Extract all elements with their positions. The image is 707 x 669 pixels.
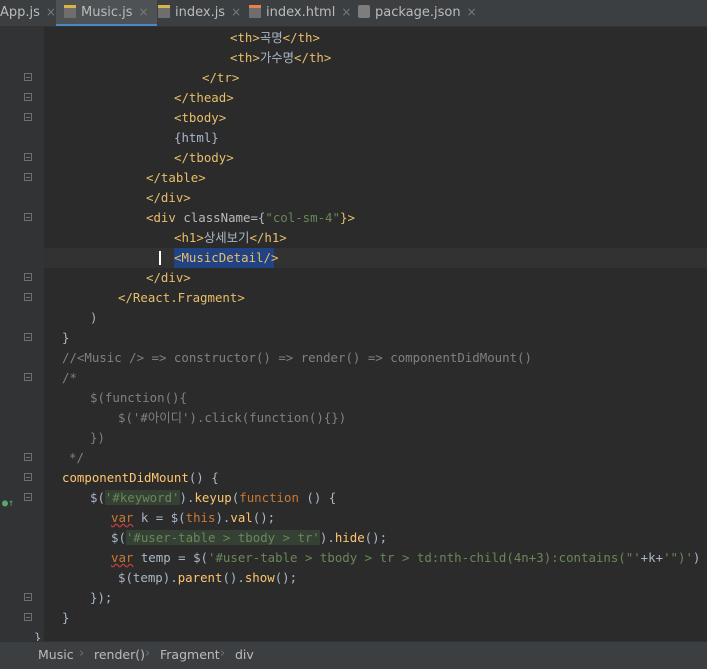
code-line: </table> [146,170,206,185]
code-line: } [62,330,70,345]
fold-icon[interactable] [24,273,32,281]
code-line: <tbody> [174,110,227,125]
code-line: <h1>상세보기</h1> [174,230,287,245]
json-file-icon [358,5,370,18]
breadcrumb-item[interactable]: Fragment [160,647,220,662]
editor-gutter: ●↑ [0,27,44,641]
close-icon[interactable]: × [46,5,56,19]
tab-app-js[interactable]: App.js × [0,0,56,26]
tab-music-js[interactable]: Music.js × [56,0,157,26]
code-line: var k = $(this).val(); [111,510,276,525]
code-line: <th>곡명</th> [230,30,320,45]
editor-tab-bar: App.js × Music.js × index.js × index.html × … [0,0,707,27]
tab-index-html[interactable]: index.html × [249,0,351,26]
code-line: </tbody> [174,150,234,165]
breadcrumb: Music › render() › Fragment › div [0,641,707,669]
fold-icon[interactable] [24,493,32,501]
code-line: } [62,610,70,625]
fold-icon[interactable] [24,93,32,101]
js-file-icon [158,5,170,18]
tab-label: index.js [175,5,226,20]
fold-icon[interactable] [24,293,32,301]
code-line: }); [90,590,113,605]
code-line: componentDidMount() { [62,470,219,485]
fold-icon[interactable] [24,473,32,481]
code-line: <th>가수명</th> [230,50,332,65]
fold-icon[interactable] [24,373,32,381]
code-line: </div> [146,270,191,285]
tab-package-json[interactable]: package.json × [358,0,477,26]
code-line: $(function(){ [90,390,187,405]
chevron-right-icon: › [145,646,151,661]
code-line: </thead> [174,90,234,105]
close-icon[interactable]: × [231,5,241,19]
tab-label: Music.js [81,5,133,20]
code-line: var temp = $('#user-table > tbody > tr >… [111,550,701,565]
html-file-icon [249,5,261,18]
chevron-right-icon: › [220,646,226,661]
fold-icon[interactable] [24,453,32,461]
close-icon[interactable]: × [139,5,149,19]
code-line: </div> [146,190,191,205]
code-line: {html} [174,130,219,145]
fold-icon[interactable] [24,153,32,161]
fold-icon[interactable] [24,113,32,121]
code-line: //<Music /> => constructor() => render()… [62,350,532,365]
js-file-icon [64,5,76,18]
code-editor[interactable]: <th>곡명</th> <th>가수명</th> </tr> </thead> … [34,27,707,645]
fold-icon[interactable] [24,173,32,181]
tab-label: package.json [375,5,461,20]
code-line: ) [90,310,98,325]
breadcrumb-item[interactable]: Music [38,647,74,662]
code-line: $('#user-table > tbody > tr').hide(); [111,530,388,545]
fold-icon[interactable] [24,73,32,81]
breadcrumb-item[interactable]: render() [94,647,145,662]
chevron-right-icon: › [79,646,85,661]
code-line: }) [90,430,105,445]
breadcrumb-item[interactable]: div [235,647,254,662]
code-line: $('#keyword').keyup(function () { [90,490,337,505]
code-line: $(temp).parent().show(); [118,570,298,585]
code-line: </React.Fragment> [118,290,245,305]
override-method-icon[interactable]: ●↑ [2,498,14,509]
tab-label: index.html [266,5,336,20]
close-icon[interactable]: × [467,5,477,19]
code-line: $('#아이디').click(function(){}) [118,410,347,425]
fold-icon[interactable] [24,613,32,621]
code-line: */ [69,450,84,465]
fold-icon[interactable] [24,333,32,341]
fold-icon[interactable] [24,213,32,221]
code-line: </tr> [202,70,240,85]
tab-label: App.js [0,5,40,20]
code-line: <MusicDetail/> [174,250,279,265]
tab-index-js[interactable]: index.js × [158,0,241,26]
fold-icon[interactable] [24,593,32,601]
code-line: /* [62,370,77,385]
code-line: <div className={"col-sm-4"}> [146,210,355,225]
close-icon[interactable]: × [341,5,351,19]
